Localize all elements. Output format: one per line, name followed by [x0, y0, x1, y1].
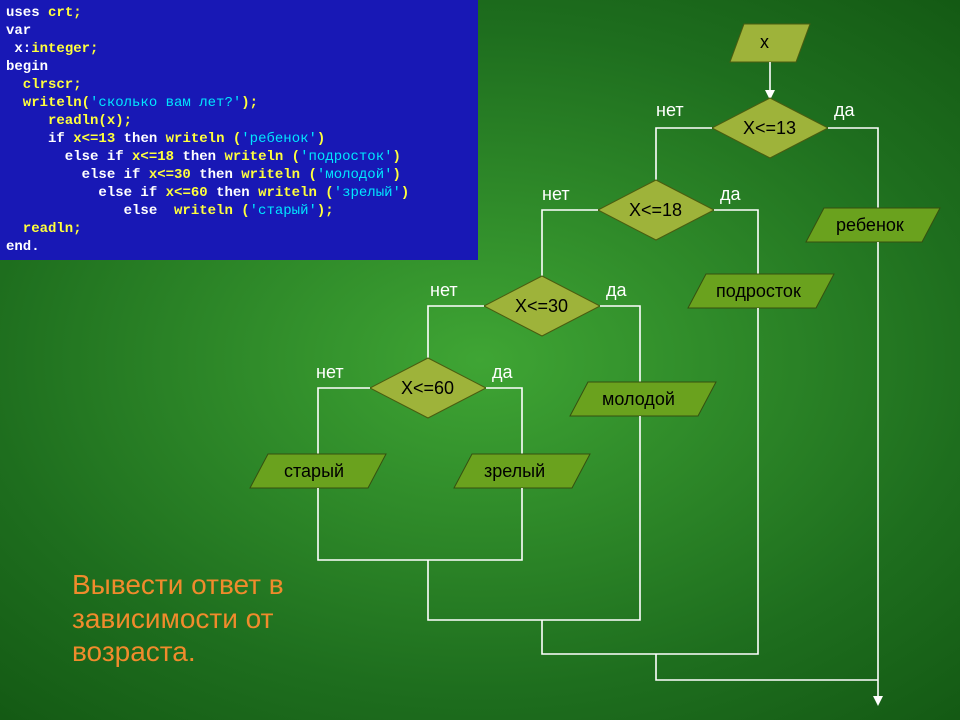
slide: uses crt; var x:integer; begin clrscr; w… [0, 0, 960, 720]
flow-o5-label: старый [284, 461, 344, 481]
flow-output-5: старый [250, 454, 386, 488]
flow-output-2: подросток [688, 274, 834, 308]
flow-d2-label: X<=18 [629, 200, 682, 220]
flow-input: x [730, 24, 810, 62]
flow-decision-4: X<=60 [370, 358, 486, 418]
flow-output-1: ребенок [806, 208, 940, 242]
flow-d4-label: X<=60 [401, 378, 454, 398]
flow-decision-2: X<=18 [598, 180, 714, 240]
flow-input-label: x [760, 32, 769, 52]
flow-d1-label: X<=13 [743, 118, 796, 138]
edge-yes: да [834, 100, 856, 120]
edge-no: нет [542, 184, 570, 204]
edge-yes: да [492, 362, 514, 382]
flow-o3-label: молодой [602, 389, 675, 409]
edge-no: нет [656, 100, 684, 120]
edge-no: нет [316, 362, 344, 382]
edge-yes: да [606, 280, 628, 300]
flow-decision-3: X<=30 [484, 276, 600, 336]
flow-o1-label: ребенок [836, 215, 904, 235]
flow-decision-1: X<=13 [712, 98, 828, 158]
flow-d3-label: X<=30 [515, 296, 568, 316]
flow-output-4: зрелый [454, 454, 590, 488]
flow-output-3: молодой [570, 382, 716, 416]
edge-yes: да [720, 184, 742, 204]
edge-no: нет [430, 280, 458, 300]
flowchart: x X<=13 да нет X<=18 да нет X<=30 [0, 0, 960, 720]
flow-o2-label: подросток [716, 281, 801, 301]
flow-o4-label: зрелый [484, 461, 545, 481]
